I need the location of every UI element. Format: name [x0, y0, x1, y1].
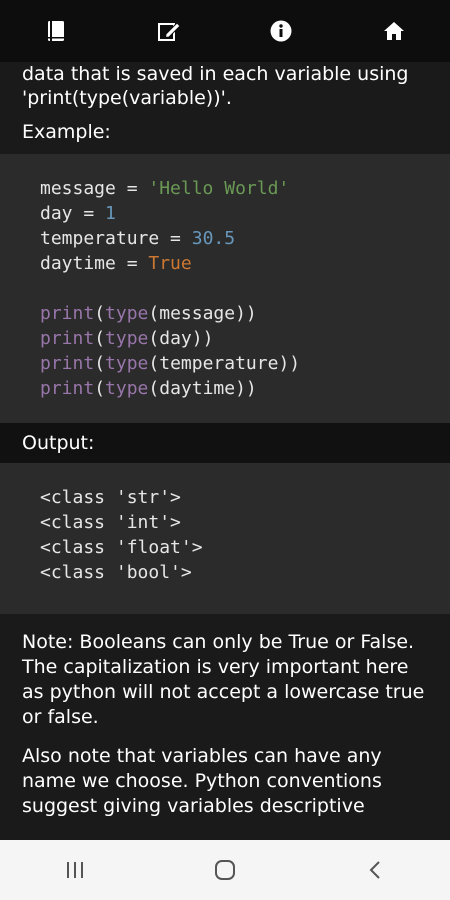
home-circle-icon [215, 860, 235, 880]
code-output: <class 'str'> <class 'int'> <class 'floa… [0, 463, 450, 614]
note-section: Note: Booleans can only be True or False… [0, 614, 450, 819]
lesson-content[interactable]: data that is saved in each variable usin… [0, 62, 450, 840]
example-label: Example: [22, 121, 111, 143]
code-line: print(type(message)) [40, 303, 257, 324]
note-paragraph: Note: Booleans can only be True or False… [22, 631, 425, 728]
back-chevron-icon [369, 861, 380, 879]
note-paragraph: Also note that variables can have any na… [22, 745, 382, 817]
output-line: <class 'float'> [40, 537, 203, 558]
intro-line: data that is saved in each variable usin… [22, 63, 409, 85]
lessons-button[interactable] [26, 0, 86, 62]
home-nav-button[interactable] [185, 840, 265, 900]
intro-line: 'print(type(variable))'. [22, 87, 232, 109]
code-line: daytime = True [40, 253, 192, 274]
recent-apps-icon [67, 862, 83, 878]
home-icon [383, 22, 404, 40]
edit-icon [157, 22, 181, 41]
code-example: message = 'Hello World' day = 1 temperat… [0, 154, 450, 423]
home-button[interactable] [364, 0, 424, 62]
output-line: <class 'bool'> [40, 562, 192, 583]
code-line: day = 1 [40, 203, 116, 224]
output-label: Output: [0, 423, 450, 463]
info-button[interactable] [251, 0, 311, 62]
output-line: <class 'int'> [40, 512, 181, 533]
intro-text: data that is saved in each variable usin… [0, 62, 450, 110]
info-icon [270, 20, 292, 42]
code-line: temperature = 30.5 [40, 228, 236, 249]
back-nav-button[interactable] [335, 840, 415, 900]
system-nav-bar [0, 840, 450, 900]
edit-button[interactable] [139, 0, 199, 62]
code-line: print(type(day)) [40, 328, 214, 349]
top-toolbar [0, 0, 450, 62]
book-icon [48, 21, 65, 41]
code-line: print(type(temperature)) [40, 353, 301, 374]
recent-apps-button[interactable] [35, 840, 115, 900]
code-line: print(type(daytime)) [40, 378, 257, 399]
output-line: <class 'str'> [40, 487, 181, 508]
code-line: message = 'Hello World' [40, 178, 290, 199]
